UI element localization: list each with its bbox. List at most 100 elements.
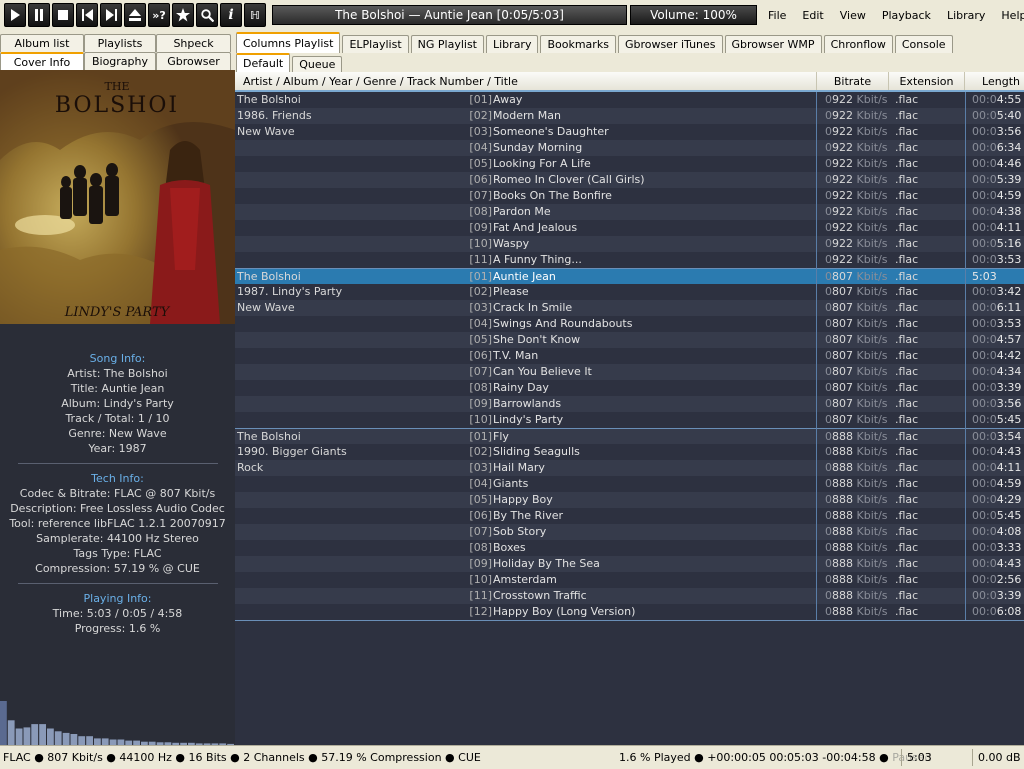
playlist-row[interactable]: [08] Pardon Me 0922 Kbit/s .flac 00:04:38 [235,204,1024,220]
track-bitrate: 0807 Kbit/s [817,412,889,428]
playlist-row[interactable]: 1987. Lindy's Party [02] Please 0807 Kbit/s… [235,284,1024,300]
playlist-row[interactable]: [09] Fat And Jealous 0922 Kbit/s .flac 00:04… [235,220,1024,236]
playlist-row[interactable]: [11] Crosstown Traffic 0888 Kbit/s .flac 00:… [235,588,1024,604]
playlist-row[interactable]: 1986. Friends [02] Modern Man 0922 Kbit/s .f… [235,108,1024,124]
playlist-row[interactable]: [07] Sob Story 0888 Kbit/s .flac 00:04:08 [235,524,1024,540]
tab-shpeck[interactable]: Shpeck [156,34,231,52]
track-extension: .flac [895,477,919,490]
tab-playlists[interactable]: Playlists [84,34,156,52]
playlist-row[interactable]: New Wave [03] Crack In Smile 0807 Kbit/s .fl… [235,300,1024,316]
playlist-row[interactable]: [12] Happy Boy (Long Version) 0888 Kbit/s.… [235,604,1024,620]
column-main[interactable]: Artist / Album / Year / Genre / Track Nu… [235,72,817,90]
eject-button[interactable] [124,3,146,27]
playlist-row[interactable]: The Bolshoi [01] Fly 0888 Kbit/s .flac 00:03:… [235,428,1024,444]
tab-elplaylist[interactable]: ELPlaylist [342,35,409,53]
track-group-info [237,252,467,268]
search-button[interactable] [196,3,218,27]
tab-columns-playlist[interactable]: Columns Playlist [236,32,341,53]
tab-ng-playlist[interactable]: NG Playlist [410,35,484,53]
column-length[interactable]: Length [965,72,1024,90]
tab-album-list[interactable]: Album list [0,34,84,52]
playlist-row[interactable]: Rock [03] Hail Mary 0888 Kbit/s .flac 00:04:1… [235,460,1024,476]
playlist-row[interactable]: [06] T.V. Man 0807 Kbit/s .flac 00:04:42 [235,348,1024,364]
next-button[interactable] [100,3,122,27]
playlist-row[interactable]: [06] By The River 0888 Kbit/s .flac 00:05:45 [235,508,1024,524]
track-length-pad: 00:0 [972,109,997,122]
status-played-text: 1.6 % Played ● +00:00:05 00:05:03 -00:04… [619,751,893,764]
playlist-row[interactable]: 1990. Bigger Giants [02] Sliding Seagulls 0… [235,444,1024,460]
track-bitrate: 0888 Kbit/s [817,604,889,620]
playlist-row[interactable]: [08] Boxes 0888 Kbit/s .flac 00:03:33 [235,540,1024,556]
track-title: Hail Mary [493,461,545,474]
playlist-row[interactable]: New Wave [03] Someone's Daughter 0922 Kbit/… [235,124,1024,140]
now-playing-display: The Bolshoi — Auntie Jean [0:05/5:03] [272,5,627,25]
tab-queue[interactable]: Queue [292,56,343,72]
column-extension[interactable]: Extension [889,72,965,90]
track-length-value: 3:42 [996,285,1022,298]
playlist-row[interactable]: [09] Holiday By The Sea 0888 Kbit/s .flac 00… [235,556,1024,572]
track-extension: .flac [895,365,919,378]
track-bitrate: 0888 Kbit/s [817,508,889,524]
track-length: 00:02:56 [967,572,1024,588]
tab-library[interactable]: Library [486,35,539,53]
tab-gbrowser-itunes[interactable]: Gbrowser iTunes [617,35,723,53]
playlist-row[interactable]: [11] A Funny Thing... 0922 Kbit/s .flac 00:0… [235,252,1024,268]
visualizer-bar [70,734,78,745]
tab-cover-info[interactable]: Cover Info [0,52,84,70]
stop-button[interactable] [52,3,74,27]
status-separator [901,749,902,766]
playlist-row[interactable]: [04] Sunday Morning 0922 Kbit/s .flac 00:06:… [235,140,1024,156]
track-length-pad: 00:0 [972,253,997,266]
playlist-row[interactable]: The Bolshoi [01] Away 0922 Kbit/s .flac 00:04… [235,92,1024,108]
playlist-row[interactable]: [05] Looking For A Life 0922 Kbit/s .flac 00… [235,156,1024,172]
playlist-row[interactable]: [05] Happy Boy 0888 Kbit/s .flac 00:04:29 [235,492,1024,508]
menu-view[interactable]: View [832,9,874,22]
track-length: 00:04:59 [967,188,1024,204]
pause-button[interactable] [28,3,50,27]
track-bitrate-unit: Kbit/s [856,413,888,426]
playlist-row[interactable]: [04] Giants 0888 Kbit/s .flac 00:04:59 [235,476,1024,492]
volume-display[interactable]: Volume: 100% [630,5,757,25]
menu-library[interactable]: Library [939,9,993,22]
menu-playback[interactable]: Playback [874,9,939,22]
tab-chronflow[interactable]: Chronflow [823,35,893,53]
previous-button[interactable] [76,3,98,27]
tab-console[interactable]: Console [894,35,953,53]
menu-file[interactable]: File [760,9,794,22]
track-bitrate-unit: Kbit/s [856,445,888,458]
info-button[interactable]: i [220,3,242,27]
tab-default[interactable]: Default [236,53,291,72]
playlist-row[interactable]: [09] Barrowlands 0807 Kbit/s .flac 00:03:56 [235,396,1024,412]
playlist-row[interactable]: [07] Can You Believe It 0807 Kbit/s .flac 00… [235,364,1024,380]
track-bitrate-pad: 0 [825,141,832,154]
playlist-row[interactable]: [06] Romeo In Clover (Call Girls) 0922 Kbi… [235,172,1024,188]
status-separator [972,749,973,766]
tags-button[interactable]: ℍ [244,3,266,27]
track-number: [03] [469,461,492,474]
favorite-button[interactable] [172,3,194,27]
playlist-row-playing[interactable]: The Bolshoi [01] Auntie Jean 0807 Kbit/s .fl… [235,268,1024,284]
track-length: 00:04:43 [967,444,1024,460]
random-button[interactable]: »? [148,3,170,27]
playlist-row[interactable]: [05] She Don't Know 0807 Kbit/s .flac 00:04:… [235,332,1024,348]
tab-gbrowser[interactable]: Gbrowser [156,52,231,70]
tab-gbrowser-wmp[interactable]: Gbrowser WMP [724,35,822,53]
menu-edit[interactable]: Edit [794,9,831,22]
track-bitrate-value: 922 [832,237,853,250]
track-number: [05] [469,493,492,506]
track-length-pad: 00:0 [972,237,997,250]
track-extension: .flac [895,557,919,570]
playlist-row[interactable]: [10] Amsterdam 0888 Kbit/s .flac 00:02:56 [235,572,1024,588]
playlist-row[interactable]: [04] Swings And Roundabouts 0807 Kbit/s .fl… [235,316,1024,332]
menu-help[interactable]: Help [993,9,1024,22]
play-button[interactable] [4,3,26,27]
playlist-row[interactable]: [08] Rainy Day 0807 Kbit/s .flac 00:03:39 [235,380,1024,396]
tab-biography[interactable]: Biography [84,52,156,70]
column-bitrate[interactable]: Bitrate [817,72,889,90]
playlist-row[interactable]: [10] Waspy 0922 Kbit/s .flac 00:05:16 [235,236,1024,252]
visualizer-bar [31,724,39,745]
playlist-row[interactable]: [07] Books On The Bonfire 0922 Kbit/s .flac… [235,188,1024,204]
playlist-row[interactable]: [10] Lindy's Party 0807 Kbit/s .flac 00:05:4… [235,412,1024,428]
tab-bookmarks[interactable]: Bookmarks [540,35,616,53]
cover-album-title: LINDY'S PARTY [64,305,171,320]
